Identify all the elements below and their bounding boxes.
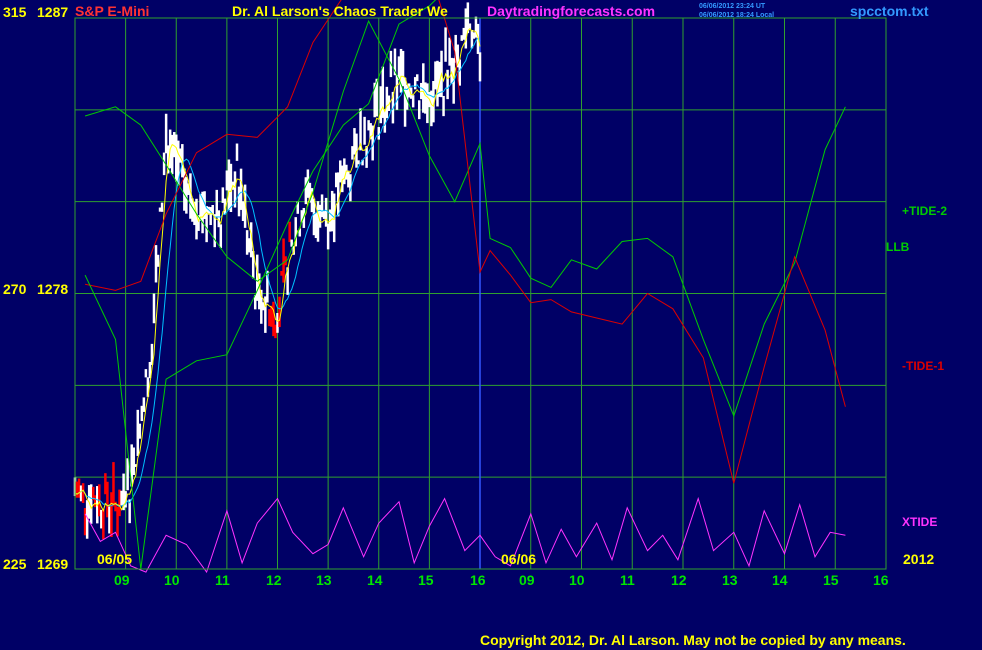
top-y-price: 1287: [37, 4, 69, 20]
series-line-xtide: [84, 496, 846, 574]
label-tide2: +TIDE-2: [902, 204, 948, 218]
hour-tick: 13: [722, 572, 738, 588]
hour-tick: 10: [569, 572, 585, 588]
session-date-2: 06/06: [501, 551, 537, 567]
copyright-notice: Copyright 2012, Dr. Al Larson. May not b…: [480, 632, 906, 648]
website-label: Daytradingforecasts.com: [487, 3, 656, 19]
hour-tick: 09: [114, 572, 130, 588]
hour-tick: 15: [418, 572, 434, 588]
series-lines: [84, 0, 846, 574]
year-label: 2012: [903, 551, 935, 567]
chart: [73, 0, 887, 574]
hour-tick: 11: [620, 572, 635, 588]
chart-title: Dr. Al Larson's Chaos Trader We: [232, 3, 448, 19]
label-tide1: -TIDE-1: [902, 359, 944, 373]
bottom-y-index: 225: [3, 556, 27, 572]
label-xtide: XTIDE: [902, 515, 938, 529]
bottom-y-price: 1269: [37, 556, 69, 572]
file-name: spcctom.txt: [850, 3, 929, 19]
hour-tick: 12: [266, 572, 282, 588]
hour-tick: 13: [316, 572, 332, 588]
mid-y-index: 270: [3, 281, 27, 297]
time-ut: 06/06/2012 23:24 UT: [699, 3, 766, 10]
hour-tick: 16: [470, 572, 486, 588]
mid-y-price: 1278: [37, 281, 69, 297]
label-llb: LLB: [886, 240, 910, 254]
chart-grid: [75, 18, 887, 569]
hour-tick: 12: [671, 572, 687, 588]
hour-tick: 11: [215, 572, 230, 588]
symbol-label: S&P E-Mini: [75, 3, 150, 19]
hour-tick: 09: [519, 572, 535, 588]
hour-tick: 14: [367, 572, 383, 588]
hour-tick: 14: [772, 572, 788, 588]
time-local: 06/06/2012 18:24 Local: [699, 12, 775, 19]
top-y-index: 315: [3, 4, 27, 20]
hour-tick: 15: [823, 572, 839, 588]
session-date-1: 06/05: [97, 551, 133, 567]
hour-tick: 16: [873, 572, 889, 588]
hour-tick: 10: [164, 572, 180, 588]
